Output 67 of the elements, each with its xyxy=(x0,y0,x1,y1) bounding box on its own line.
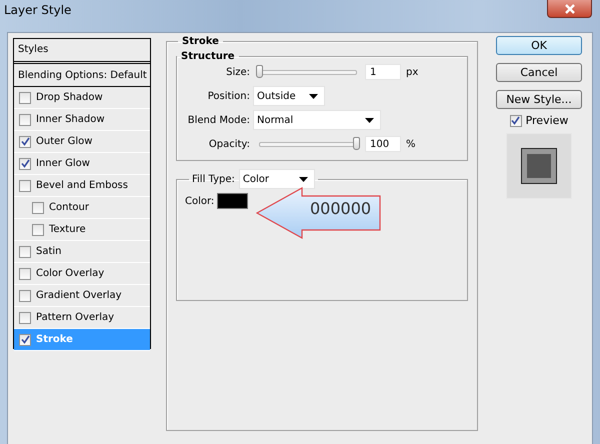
dialog-button[interactable]: New Style... xyxy=(496,90,582,109)
field-label: Color: xyxy=(185,196,214,206)
size-input[interactable]: 1 xyxy=(365,64,401,80)
callout-text: 000000 xyxy=(310,199,372,218)
style-label: Texture xyxy=(49,224,86,235)
field-label: Opacity: xyxy=(208,138,250,150)
style-label: Pattern Overlay xyxy=(36,312,114,323)
checkbox[interactable] xyxy=(19,158,31,170)
style-label: Drop Shadow xyxy=(36,92,103,103)
style-item[interactable]: Inner Shadow xyxy=(14,109,150,131)
preview-label: Preview xyxy=(526,114,568,127)
style-label: Gradient Overlay xyxy=(36,290,122,301)
caret-icon xyxy=(298,176,308,182)
position-dropdown[interactable]: Outside xyxy=(253,86,325,106)
styles-header: Styles xyxy=(14,39,150,64)
field-label: Position: xyxy=(206,90,250,102)
style-item[interactable]: Contour xyxy=(14,197,150,219)
window-title: Layer Style xyxy=(4,3,72,17)
checkbox[interactable] xyxy=(19,92,31,104)
caret-icon xyxy=(365,118,374,122)
fill-type-dropdown[interactable]: Color xyxy=(238,169,315,189)
group-title: Structure xyxy=(180,51,236,62)
checkbox[interactable] xyxy=(19,180,31,192)
field-label: Fill Type: xyxy=(192,174,235,184)
style-item[interactable]: Color Overlay xyxy=(14,263,150,285)
style-item[interactable]: Texture xyxy=(14,219,150,241)
dialog-button[interactable]: OK xyxy=(496,36,582,55)
checkbox[interactable] xyxy=(19,312,31,324)
checkbox[interactable] xyxy=(510,114,522,126)
unit-label: % xyxy=(406,138,416,150)
size-slider[interactable] xyxy=(256,65,360,79)
style-label: Bevel and Emboss xyxy=(36,180,128,191)
checkbox[interactable] xyxy=(19,290,31,302)
checkbox[interactable] xyxy=(32,224,44,236)
caret-icon xyxy=(309,94,318,98)
blend-mode-dropdown[interactable]: Normal xyxy=(253,110,381,130)
group-title: Stroke xyxy=(181,36,220,47)
checkbox[interactable] xyxy=(19,334,31,346)
style-label: Inner Glow xyxy=(36,158,90,169)
checkbox[interactable] xyxy=(32,202,44,214)
style-item[interactable]: Bevel and Emboss xyxy=(14,175,150,197)
opacity-input[interactable]: 100 xyxy=(365,136,401,152)
field-label: Size: xyxy=(225,66,250,78)
style-item[interactable]: Gradient Overlay xyxy=(14,285,150,307)
opacity-slider[interactable] xyxy=(256,137,360,151)
color-swatch[interactable] xyxy=(217,193,248,209)
style-item[interactable]: Satin xyxy=(14,241,150,263)
checkbox[interactable] xyxy=(19,246,31,258)
close-button[interactable] xyxy=(547,0,592,18)
field-label: Blend Mode: xyxy=(186,114,250,126)
style-label: Satin xyxy=(36,246,62,257)
checkbox[interactable] xyxy=(19,136,31,148)
style-item[interactable]: Drop Shadow xyxy=(14,87,150,109)
checkbox[interactable] xyxy=(19,114,31,126)
checkbox[interactable] xyxy=(19,268,31,280)
preview-thumbnail xyxy=(506,133,572,199)
style-label: Contour xyxy=(49,202,89,213)
style-label: Inner Shadow xyxy=(36,114,105,125)
dialog-button[interactable]: Cancel xyxy=(496,63,582,82)
style-label: Outer Glow xyxy=(36,136,92,147)
unit-label: px xyxy=(406,66,418,78)
style-item[interactable]: Inner Glow xyxy=(14,153,150,175)
style-item[interactable]: Outer Glow xyxy=(14,131,150,153)
blending-options-item[interactable]: Blending Options: Default xyxy=(14,64,150,87)
style-label: Stroke xyxy=(36,334,73,345)
close-icon xyxy=(562,4,576,14)
style-label: Color Overlay xyxy=(36,268,104,279)
